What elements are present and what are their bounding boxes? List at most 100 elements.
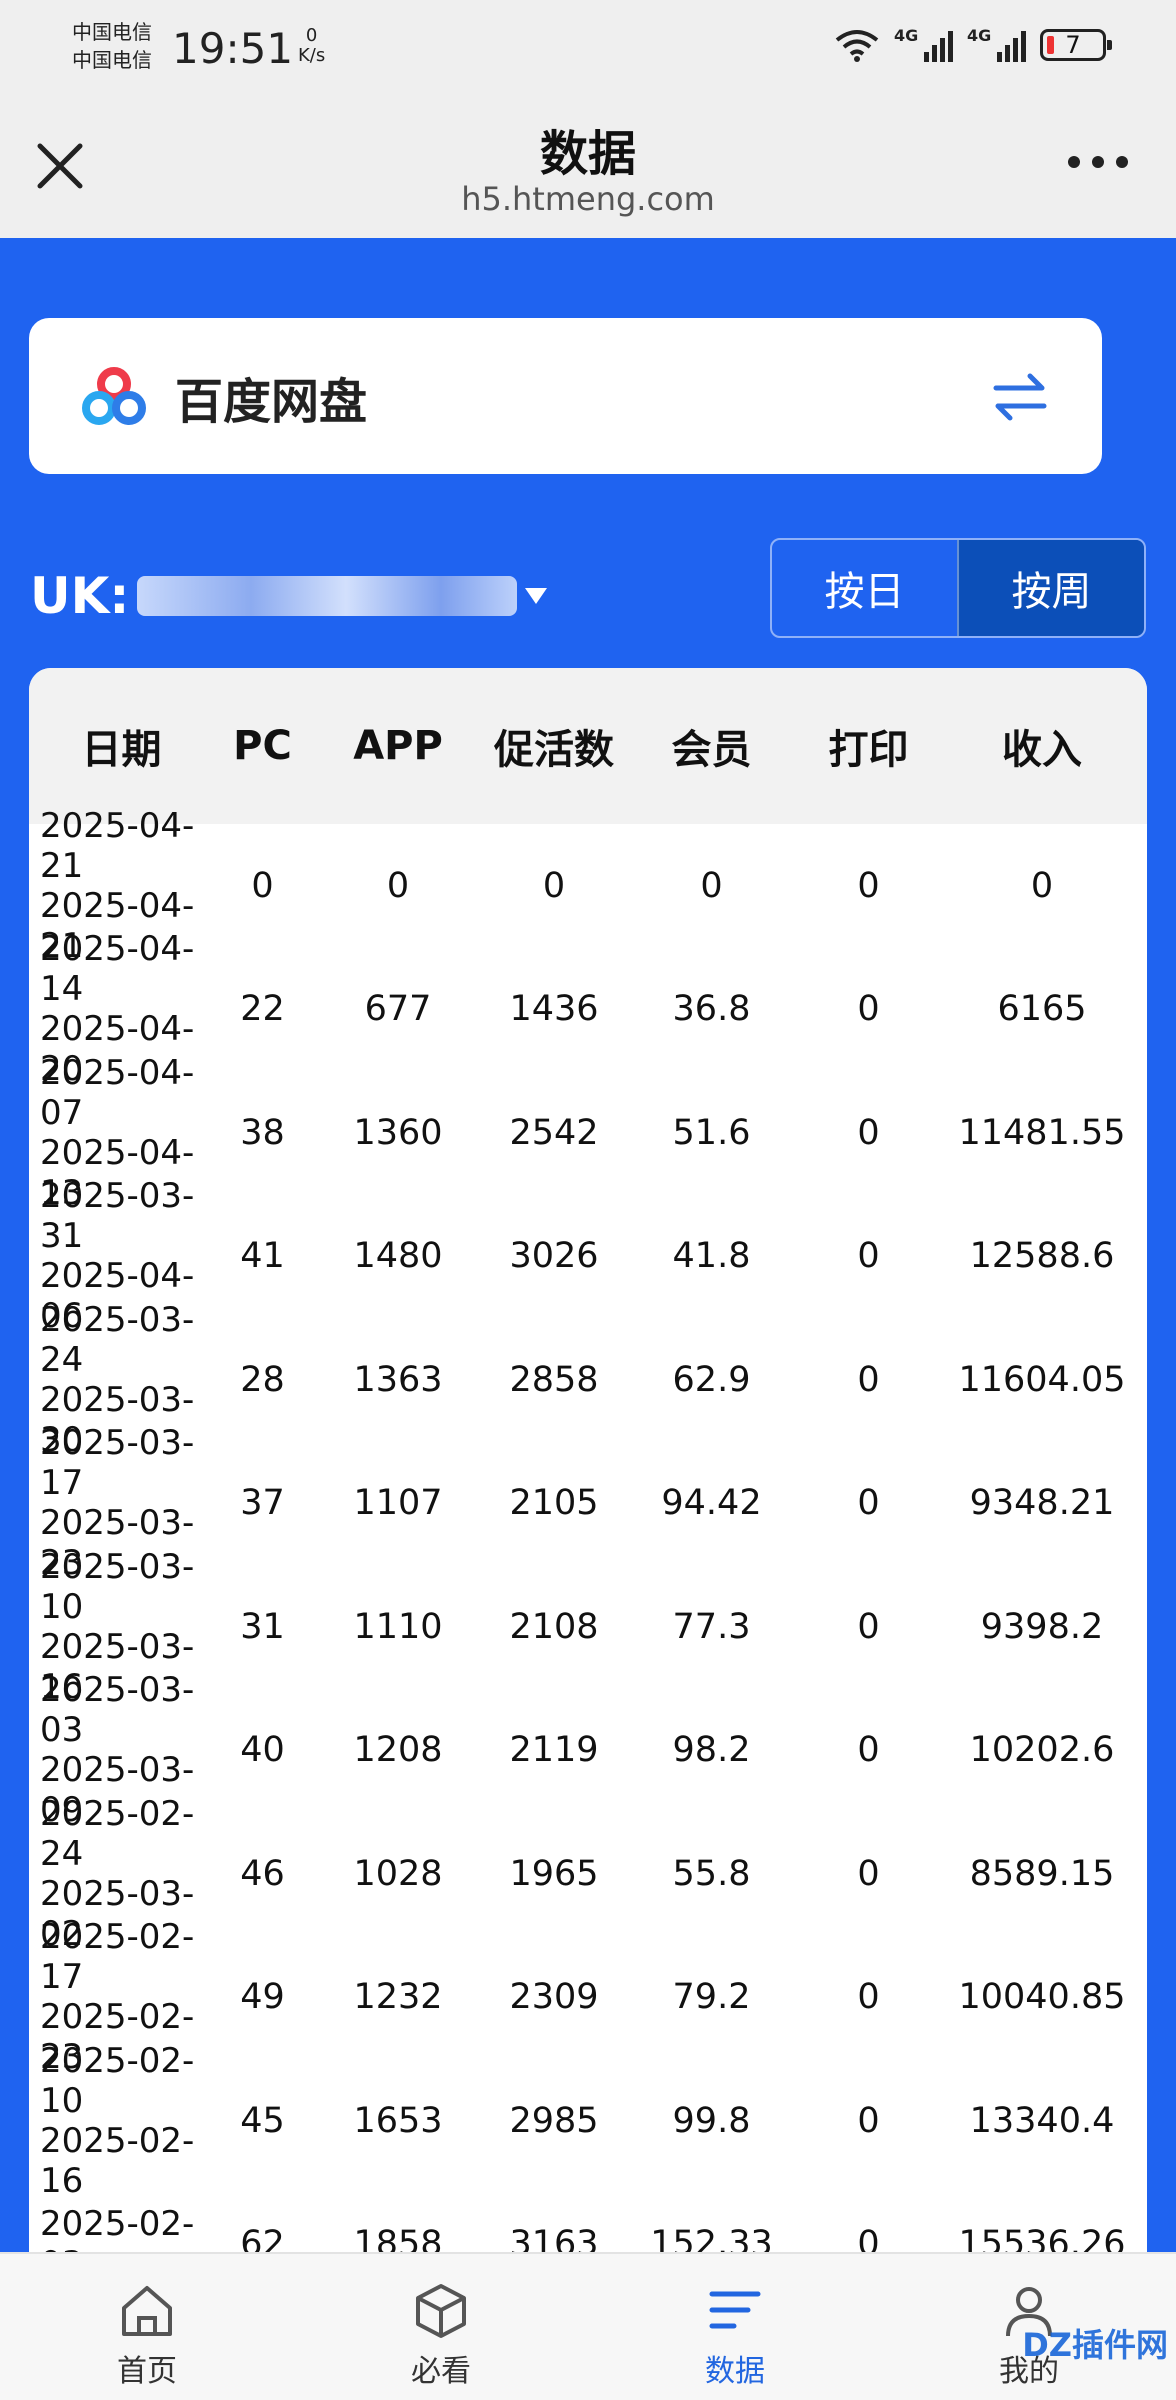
tab-must-see[interactable]: 必看 — [294, 2254, 588, 2400]
cell-app: 1360 — [353, 1112, 443, 1153]
cell-date-start: 2025-02-03 — [40, 2204, 195, 2252]
cell-date-start: 2025-03-31 — [40, 1176, 195, 1257]
cell-member: 94.42 — [661, 1483, 762, 1524]
cell-date: 2025-02-03 — [29, 2204, 214, 2252]
network-2-label: 4G — [967, 26, 992, 45]
cell-date-end: 2025-02-16 — [40, 2120, 195, 2201]
swap-arrows-icon[interactable] — [990, 370, 1050, 424]
cell-income: 10040.85 — [958, 1977, 1126, 2018]
cell-member: 51.6 — [672, 1112, 751, 1153]
cell-print: 0 — [857, 1236, 880, 1277]
cell-pc: 49 — [240, 1977, 285, 2018]
cell-pc: 0 — [251, 865, 274, 906]
cell-income: 10202.6 — [969, 1730, 1115, 1771]
cell-app: 1208 — [353, 1730, 443, 1771]
status-time: 19:51 — [172, 24, 294, 73]
cell-income: 6165 — [997, 989, 1087, 1030]
table-body: 2025-04-21 2025-04-21 0 0 0 0 0 0 2025-04-14 2025… — [29, 806, 1147, 2252]
more-icon[interactable] — [1068, 156, 1128, 168]
cell-active: 0 — [542, 865, 566, 906]
cell-date-start: 2025-03-17 — [40, 1423, 195, 1504]
cell-active: 1965 — [509, 1853, 599, 1894]
cell-date-start: 2025-02-10 — [40, 2040, 195, 2121]
cell-member: 0 — [700, 865, 723, 906]
cell-pc: 37 — [240, 1483, 285, 1524]
cell-active: 3163 — [509, 2224, 599, 2252]
cell-income: 13340.4 — [969, 2100, 1115, 2141]
cell-pc: 46 — [240, 1853, 285, 1894]
cell-app: 1363 — [353, 1359, 443, 1400]
cell-print: 0 — [857, 2224, 880, 2252]
cell-date-start: 2025-02-17 — [40, 1917, 195, 1998]
tab-home-label: 首页 — [117, 2354, 177, 2389]
cell-app: 1858 — [353, 2224, 443, 2252]
speed-unit: K/s — [298, 45, 326, 66]
cell-active: 2108 — [509, 1606, 599, 1647]
cell-date-start: 2025-04-14 — [40, 929, 195, 1010]
data-lines-icon — [709, 2291, 761, 2329]
cell-print: 0 — [857, 1730, 880, 1771]
table-header: 日期 PC APP 促活数 会员 打印 收入 — [29, 668, 1147, 824]
baidu-netdisk-logo-icon — [82, 367, 146, 425]
toggle-by-day[interactable]: 按日 — [772, 540, 957, 636]
table-row: 2025-02-10 2025-02-16 45 1653 2985 99.8 0 13340… — [29, 2041, 1147, 2201]
cell-member: 99.8 — [672, 2100, 751, 2141]
cell-member: 62.9 — [672, 1359, 751, 1400]
cell-date-start: 2025-04-21 — [40, 805, 195, 886]
period-toggle: 按日 按周 — [770, 538, 1146, 638]
app-selector-card[interactable]: 百度网盘 — [29, 318, 1102, 474]
header-income: 收入 — [1002, 727, 1082, 773]
dropdown-caret-icon — [525, 588, 548, 604]
cell-print: 0 — [857, 1483, 880, 1524]
cell-active: 2309 — [509, 1977, 599, 2018]
cell-date-start: 2025-03-24 — [40, 1299, 195, 1380]
cell-member: 79.2 — [672, 1977, 751, 2018]
cell-income: 9348.21 — [969, 1483, 1115, 1524]
cell-pc: 22 — [240, 989, 285, 1030]
header-print: 打印 — [828, 727, 909, 773]
cell-income: 0 — [1030, 865, 1054, 906]
cell-app: 1232 — [353, 1977, 443, 2018]
cell-active: 2858 — [509, 1359, 599, 1400]
cell-date: 2025-02-10 2025-02-16 — [29, 2041, 214, 2201]
home-icon — [122, 2286, 172, 2336]
cell-app: 1653 — [353, 2100, 443, 2141]
account-selector[interactable]: UK: — [30, 556, 548, 636]
carrier-1: 中国电信 — [72, 20, 152, 44]
more-dot — [1116, 156, 1128, 168]
tab-data[interactable]: 数据 — [588, 2254, 882, 2400]
tab-must-see-label: 必看 — [411, 2354, 471, 2389]
account-label: UK: — [30, 567, 130, 625]
battery-level: 7 — [1065, 31, 1081, 59]
battery-icon: 7 — [1040, 29, 1112, 61]
cell-income: 15536.26 — [958, 2224, 1126, 2252]
cell-app: 0 — [386, 865, 410, 906]
tab-home[interactable]: 首页 — [0, 2254, 294, 2400]
header-member: 会员 — [671, 727, 752, 773]
cell-date-start: 2025-03-03 — [40, 1670, 195, 1751]
app-name: 百度网盘 — [175, 374, 368, 430]
more-dot — [1068, 156, 1080, 168]
tab-data-label: 数据 — [705, 2354, 765, 2389]
cell-app: 1480 — [353, 1236, 443, 1277]
cell-active: 2119 — [509, 1730, 599, 1771]
cell-income: 11604.05 — [958, 1359, 1126, 1400]
signal-1-icon: 4G — [894, 26, 953, 62]
cell-member: 98.2 — [672, 1730, 751, 1771]
cell-print: 0 — [857, 1977, 880, 2018]
cell-income: 12588.6 — [969, 1236, 1115, 1277]
header-pc: PC — [233, 723, 292, 769]
signal-2-icon: 4G — [967, 26, 1026, 62]
more-dot — [1092, 156, 1104, 168]
cell-print: 0 — [857, 1853, 880, 1894]
cell-member: 152.33 — [650, 2224, 773, 2252]
status-bar: 中国电信 中国电信 19:51 0 K/s 4G 4G 7 — [0, 0, 1176, 100]
network-1-label: 4G — [894, 26, 919, 45]
cell-pc: 40 — [240, 1730, 285, 1771]
speed-value: 0 — [305, 25, 318, 46]
cell-member: 55.8 — [672, 1853, 751, 1894]
bottom-tab-bar: 首页 必看 数据 我的 — [0, 2252, 1176, 2400]
toggle-by-week[interactable]: 按周 — [957, 540, 1144, 636]
cell-date-start: 2025-03-10 — [40, 1546, 195, 1627]
cell-print: 0 — [857, 1112, 880, 1153]
